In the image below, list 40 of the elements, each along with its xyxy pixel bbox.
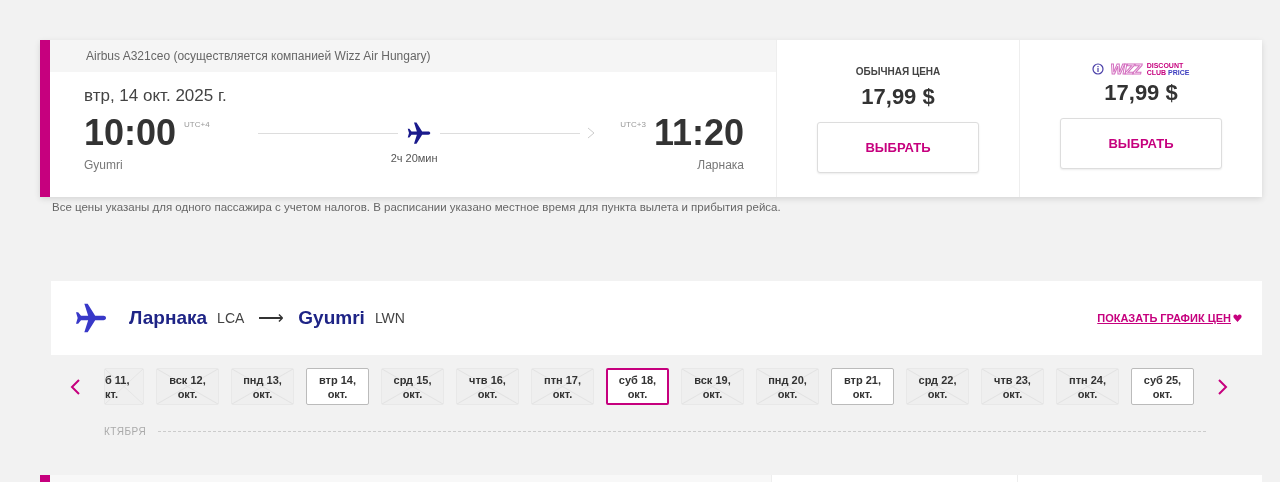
arrival-time: 11:20 [653,112,744,154]
logo-wordmark: WIZZ [1110,61,1141,77]
date-tab[interactable]: вск 12, окт. [156,368,219,405]
flight-date: втр, 14 окт. 2025 г. [84,86,228,106]
date-tab[interactable]: суб 18, окт. [606,368,669,405]
date-tab[interactable]: птн 17, окт. [531,368,594,405]
date-tab[interactable]: втр 21, окт. [831,368,894,405]
timezone-label: UTC+4 [184,120,210,129]
fare-label: ОБЫЧНАЯ ЦЕНА [855,66,941,79]
select-button[interactable]: ВЫБРАТЬ [1060,118,1222,169]
price-chart-link[interactable]: ПОКАЗАТЬ ГРАФИК ЦЕН [1097,312,1242,324]
date-tab[interactable]: чтв 23, окт. [981,368,1044,405]
destination-city: Gyumri [298,307,365,329]
aircraft-info: Airbus A321ceo (осуществляется компанией Wizz Air Hungary) [86,49,431,63]
arrival-city: Ларнака [697,158,744,172]
date-tab[interactable]: срд 15, окт. [381,368,444,405]
fare-price: 17,99 $ [861,84,935,110]
date-tab[interactable]: птн 24, окт. [1056,368,1119,405]
origin-city: Ларнака [129,307,208,329]
date-tab[interactable]: срд 22, окт. [906,368,969,405]
date-tab[interactable]: пнд 20, окт. [756,368,819,405]
airport-code: LWN [374,310,405,326]
flight-duration: 2ч 20мин [390,152,438,166]
departure-time: 10:00 [84,112,177,154]
airport-code: LCA [217,310,245,326]
month-label: КТЯБРЯ [104,426,147,437]
departure-city: Gyumri [84,158,123,172]
timezone-label: UTC+3 [620,120,646,129]
fare-price: 17,99 $ [1104,80,1178,106]
date-tab[interactable]: б 11, кт. [104,368,144,405]
date-tab[interactable]: втр 14, окт. [306,368,369,405]
date-tab[interactable]: пнд 13, окт. [231,368,294,405]
date-tab[interactable]: суб 25, окт. [1131,368,1194,405]
date-tab[interactable]: вск 19, окт. [681,368,744,405]
route-arrow: ⟶ [258,307,285,329]
date-tab[interactable]: чтв 16, окт. [456,368,519,405]
select-button[interactable]: ВЫБРАТЬ [817,122,979,173]
price-note: Все цены указаны для одного пассажира с учетом налогов. В расписании указано местное время для пункта вылета и прибытия рейса. [52,201,781,213]
heart-icon [1233,314,1242,322]
info-icon[interactable] [1092,63,1105,75]
